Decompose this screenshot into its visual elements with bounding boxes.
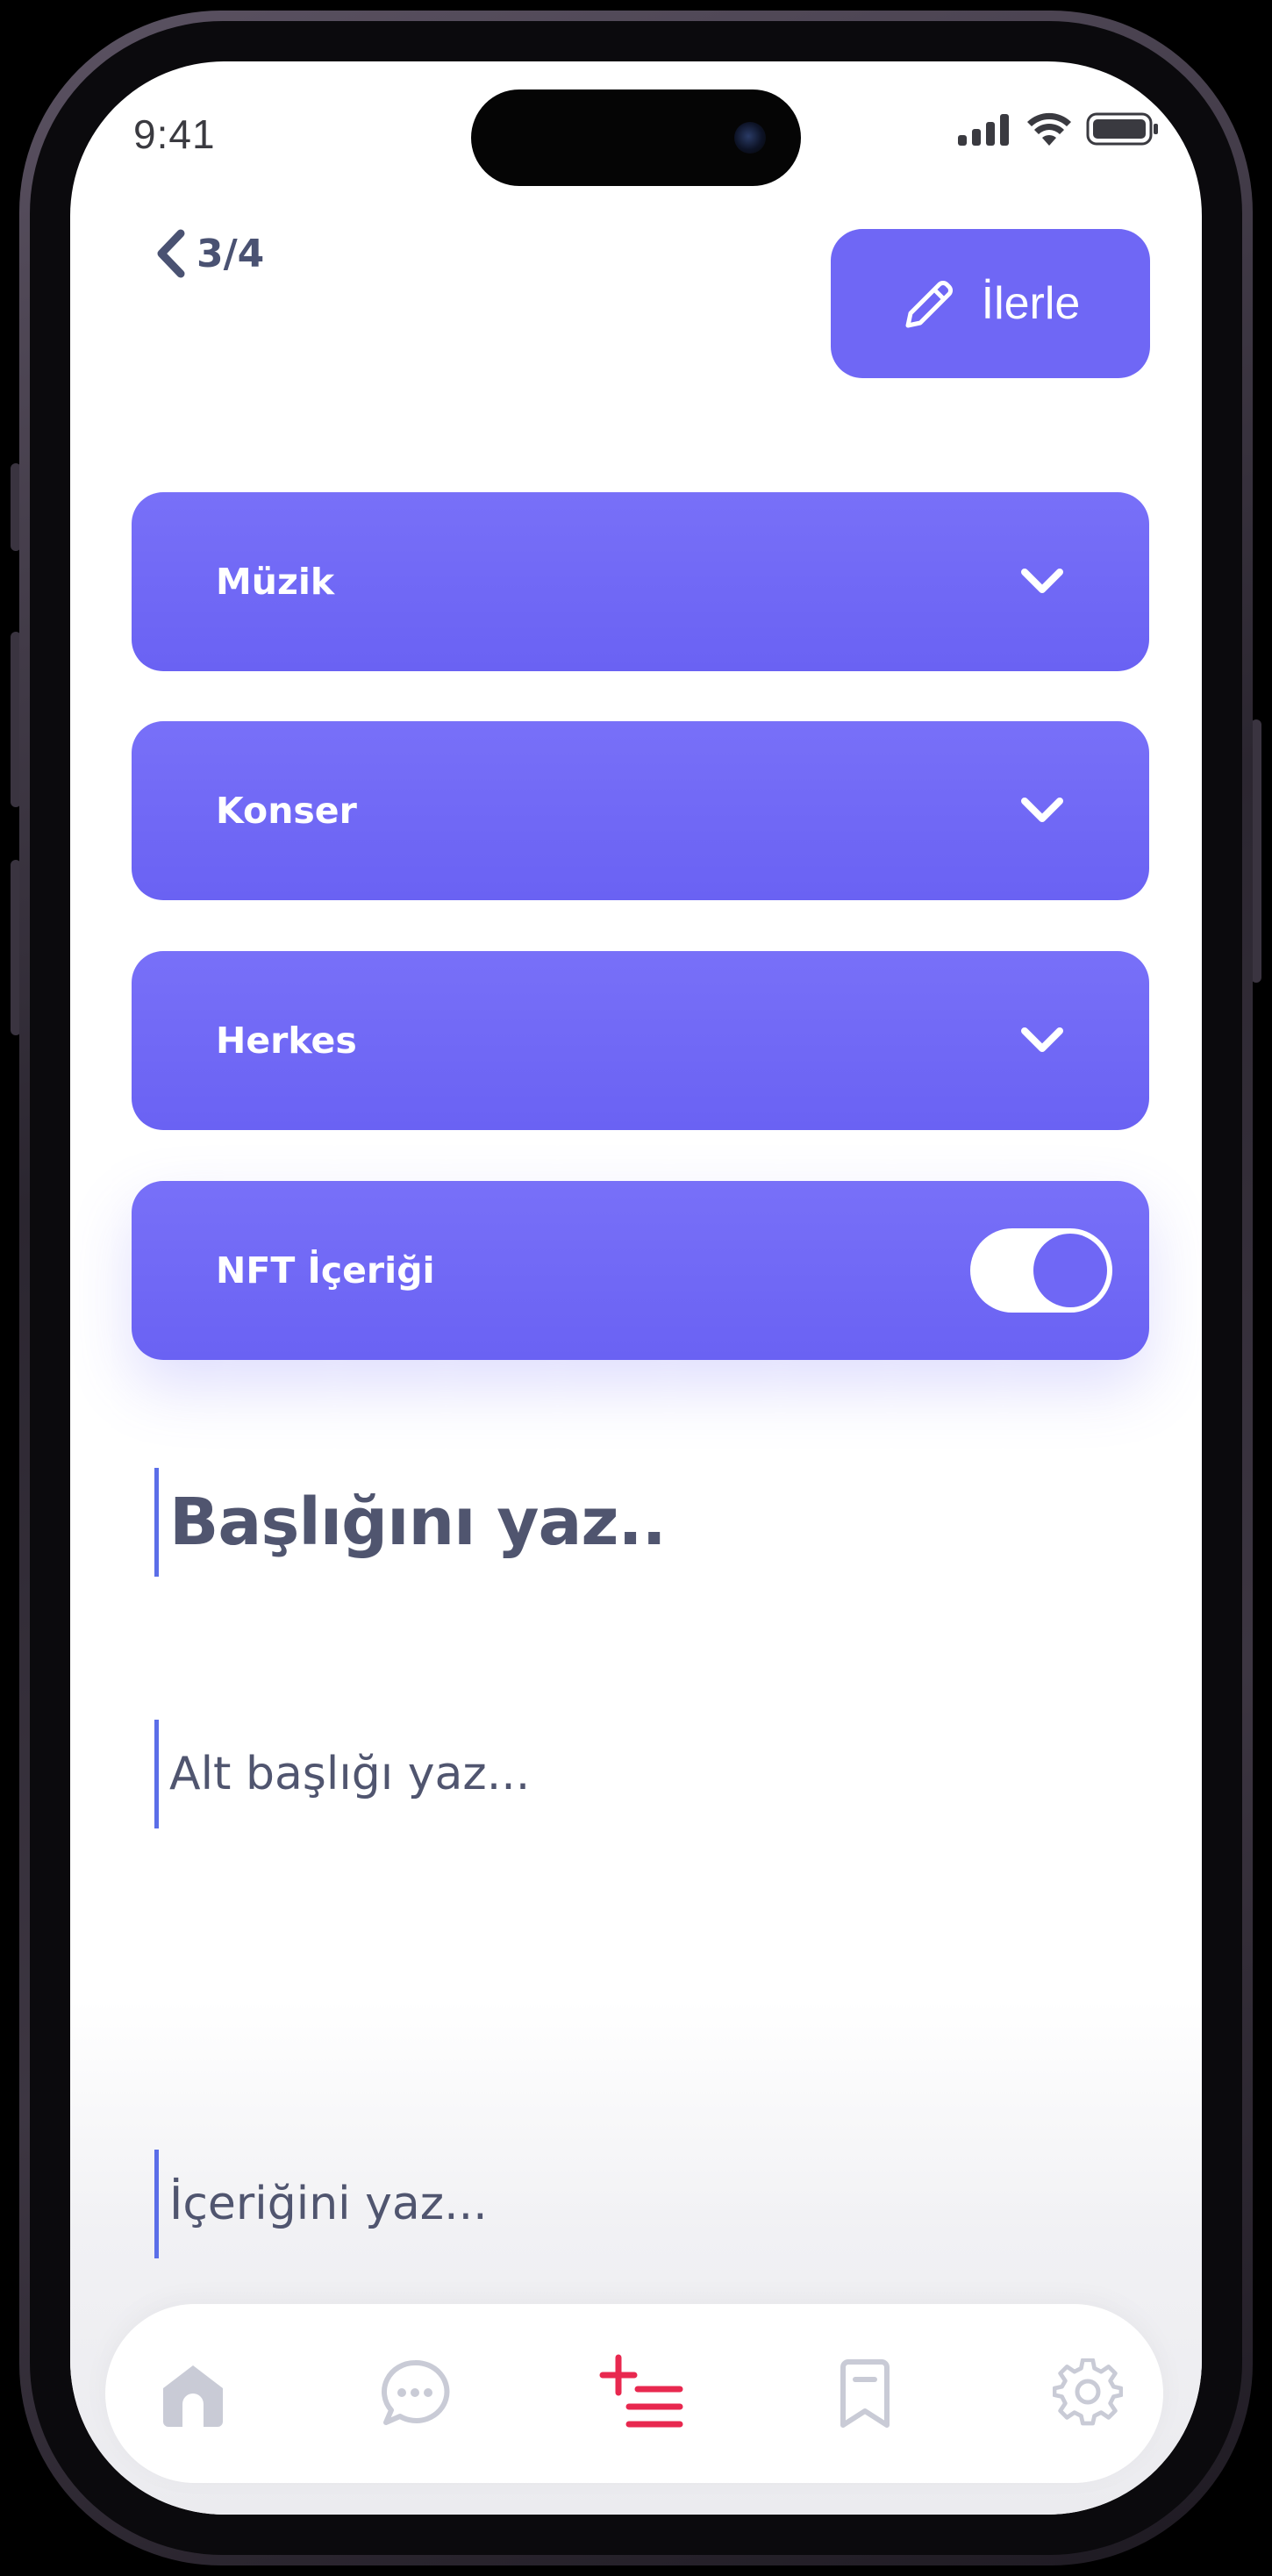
chevron-left-icon	[157, 229, 185, 278]
front-camera	[734, 122, 766, 154]
dynamic-island	[471, 89, 801, 186]
app-screen: 9:41 3/4 İlerle Müzik Konser Herkes NFT …	[70, 61, 1202, 2515]
back-button[interactable]: 3/4	[154, 228, 264, 279]
status-icons	[958, 112, 1160, 146]
tab-bookmarks[interactable]	[821, 2350, 909, 2437]
chevron-down-icon	[1021, 798, 1063, 822]
category-select-value: Müzik	[216, 561, 335, 603]
battery-icon	[1086, 112, 1158, 146]
settings-icon	[1053, 2358, 1123, 2426]
tab-bar	[105, 2304, 1163, 2483]
title-input[interactable]: Başlığını yaz..	[154, 1468, 667, 1577]
nft-content-toggle[interactable]	[970, 1228, 1112, 1313]
tab-create-post[interactable]	[599, 2350, 687, 2437]
subcategory-select[interactable]: Konser	[132, 721, 1149, 900]
toggle-knob	[1033, 1234, 1107, 1307]
tab-messages[interactable]	[371, 2350, 459, 2437]
pencil-icon	[905, 281, 953, 328]
subcategory-select-value: Konser	[216, 790, 357, 832]
chevron-down-icon	[1021, 569, 1063, 593]
signal-icon	[958, 114, 1009, 146]
home-icon	[163, 2365, 223, 2427]
tab-home[interactable]	[149, 2350, 237, 2437]
nft-content-row: NFT İçeriği	[132, 1181, 1149, 1360]
audience-select[interactable]: Herkes	[132, 951, 1149, 1130]
chevron-down-icon	[1021, 1027, 1063, 1052]
content-input[interactable]: İçeriğini yaz...	[154, 2150, 488, 2258]
audience-select-value: Herkes	[216, 1020, 357, 1062]
tab-settings[interactable]	[1044, 2350, 1132, 2437]
category-select[interactable]: Müzik	[132, 492, 1149, 671]
subtitle-input[interactable]: Alt başlığı yaz...	[154, 1720, 530, 1828]
wifi-icon	[1027, 112, 1071, 146]
next-button[interactable]: İlerle	[831, 229, 1150, 378]
bookmark-icon	[840, 2359, 890, 2428]
step-indicator: 3/4	[197, 231, 265, 276]
nft-content-label: NFT İçeriği	[216, 1249, 435, 1292]
next-button-label: İlerle	[981, 278, 1081, 329]
status-time: 9:41	[133, 111, 216, 157]
chat-icon	[382, 2359, 450, 2425]
create-post-icon	[599, 2354, 683, 2428]
